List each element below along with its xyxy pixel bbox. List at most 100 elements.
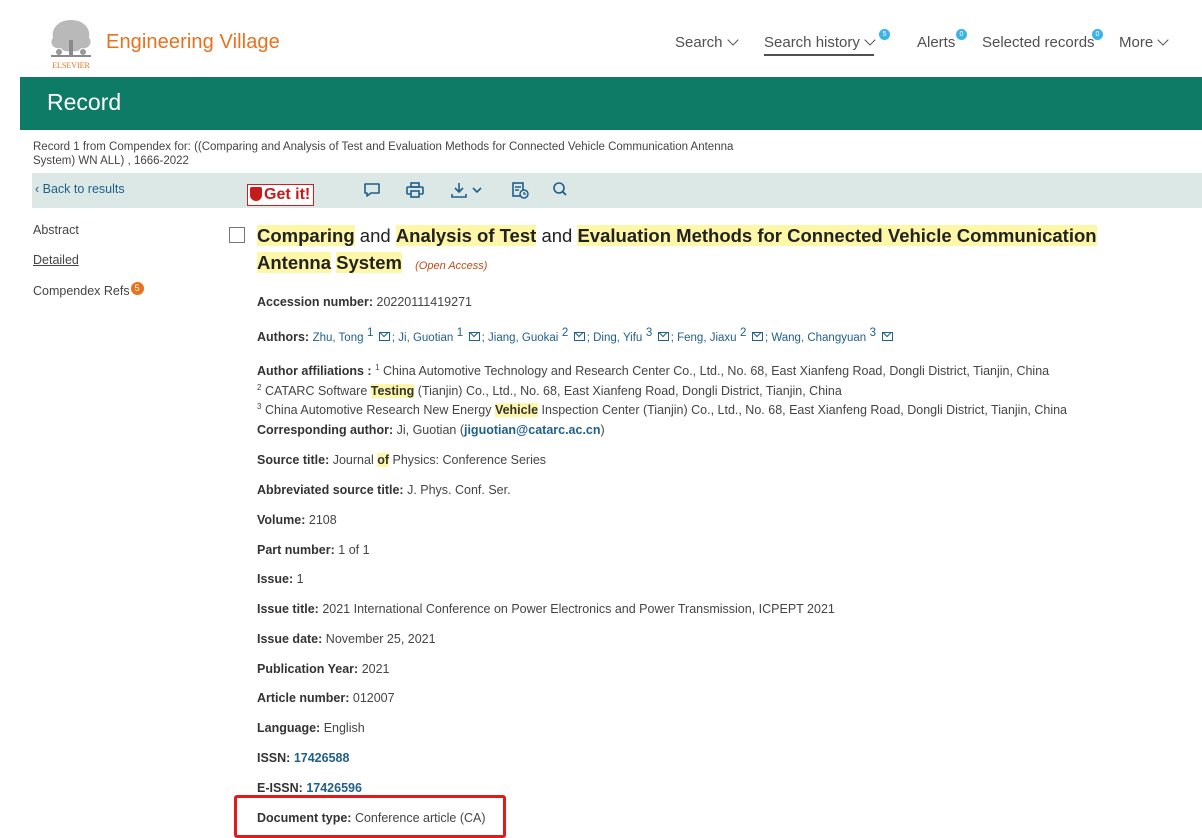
field-label: Accession number:	[257, 295, 374, 309]
record-toolbar: ‹ Back to results Get it!	[32, 173, 1202, 208]
affiliation-2: CATARC Software	[264, 383, 368, 398]
page-title: Record	[47, 89, 122, 115]
field-label: Article number:	[257, 691, 350, 705]
search-term-highlight: Testing	[370, 383, 415, 398]
eissn-field: E-ISSN: 17426596	[257, 781, 362, 795]
nav-search[interactable]: Search	[675, 34, 739, 51]
volume-field: Volume: 2108	[257, 513, 337, 527]
search-term-highlight: Vehicle	[494, 403, 539, 418]
affiliation-ref: 1	[456, 327, 464, 339]
field-value: 20220111419271	[376, 295, 472, 309]
email-icon[interactable]	[378, 332, 390, 342]
chevron-left-icon: ‹	[35, 182, 43, 196]
field-label: Corresponding author:	[257, 423, 394, 437]
source-title-field: Source title: Journal of Physics: Confer…	[257, 453, 547, 467]
field-label: Abbreviated source title:	[257, 483, 404, 497]
search-term-highlight: of	[377, 453, 390, 467]
field-label: Issue date:	[257, 632, 323, 646]
chevron-down-icon	[726, 34, 739, 46]
refs-count-badge: 5	[130, 282, 144, 295]
sidebar-item-compendex-refs[interactable]: Compendex Refs 5	[33, 282, 144, 298]
field-label: Issue:	[257, 572, 294, 586]
field-label: Author affiliations :	[257, 364, 372, 379]
eissn-link[interactable]: 17426596	[306, 781, 362, 795]
affiliation-ref: 2	[740, 327, 747, 339]
email-icon[interactable]	[657, 332, 669, 342]
affiliation-ref: 3	[645, 327, 653, 339]
author-link[interactable]: Ding, Yifu	[593, 332, 642, 344]
abbreviated-source-title-field: Abbreviated source title: J. Phys. Conf.…	[257, 483, 511, 497]
search-icon[interactable]	[550, 180, 570, 200]
field-value: 2108	[308, 513, 337, 527]
open-access-label[interactable]: (Open Access)	[415, 260, 487, 272]
issn-field: ISSN: 17426588	[257, 751, 349, 765]
field-label: Part number:	[257, 543, 335, 557]
author-link[interactable]: Zhu, Tong	[313, 332, 364, 344]
affiliation-ref: 1	[366, 327, 374, 339]
email-icon[interactable]	[751, 332, 763, 342]
chevron-down-icon	[864, 34, 876, 46]
save-to-folder-icon[interactable]	[510, 180, 530, 200]
field-value: 2021 International Conference on Power E…	[322, 602, 835, 616]
field-value: 012007	[352, 691, 395, 705]
record-header-bar: Record	[20, 77, 1202, 130]
download-icon[interactable]	[449, 180, 487, 200]
shield-icon	[250, 187, 262, 201]
title-highlight: Analysis of Test	[395, 225, 537, 246]
field-label: Issue title:	[257, 602, 319, 616]
field-label: Publication Year:	[257, 662, 359, 676]
issue-field: Issue: 1	[257, 572, 304, 586]
issue-title-field: Issue title: 2021 International Conferen…	[257, 602, 835, 616]
elsevier-tree-logo[interactable]: ELSEVIER	[45, 14, 97, 70]
nav-alerts[interactable]: Alerts	[917, 34, 955, 51]
print-icon[interactable]	[405, 180, 425, 200]
search-history-badge: 5	[879, 29, 890, 40]
get-it-button[interactable]: Get it!	[247, 184, 315, 206]
field-value: English	[323, 721, 365, 735]
affiliation-3: China Automotive Research New Energy	[264, 403, 492, 418]
authors-field: Authors: Zhu, Tong 1 ; Ji, Guotian 1 ; J…	[257, 327, 895, 344]
comment-icon[interactable]	[362, 180, 382, 200]
nav-more[interactable]: More	[1119, 34, 1169, 51]
part-number-field: Part number: 1 of 1	[257, 543, 370, 557]
nav-search-history[interactable]: Search history	[764, 34, 876, 56]
field-label: Source title:	[257, 453, 330, 467]
selected-records-badge: 0	[1092, 29, 1103, 40]
nav-selected-records[interactable]: Selected records	[982, 34, 1095, 51]
back-label: Back to results	[42, 182, 125, 196]
accession-number-field: Accession number: 20220111419271	[257, 295, 472, 309]
nav-more-label: More	[1119, 34, 1154, 51]
issn-link[interactable]: 17426588	[294, 751, 350, 765]
select-record-checkbox[interactable]	[229, 227, 245, 243]
affiliation-1: China Automotive Technology and Research…	[383, 364, 1050, 379]
email-icon[interactable]	[468, 332, 480, 342]
field-value: November 25, 2021	[325, 632, 436, 646]
sidebar-item-abstract[interactable]: Abstract	[33, 223, 79, 237]
field-value: 2021	[361, 662, 390, 676]
nav-selected-records-label: Selected records	[982, 34, 1095, 51]
sidebar-item-detailed[interactable]: Detailed	[33, 253, 79, 267]
back-to-results-link[interactable]: ‹ Back to results	[35, 182, 125, 196]
record-title: Comparing and Analysis of Test and Evalu…	[257, 222, 1157, 280]
email-link[interactable]: jiguotian@catarc.ac.cn	[464, 423, 601, 437]
author-link[interactable]: Jiang, Guokai	[488, 332, 558, 344]
title-highlight: Comparing	[257, 225, 355, 246]
email-icon[interactable]	[881, 332, 893, 342]
author-link[interactable]: Wang, Changyuan	[771, 332, 866, 344]
field-label: Language:	[257, 721, 321, 735]
affiliations-field: Author affiliations : 1 China Automotive…	[257, 363, 1068, 418]
query-description: Record 1 from Compendex for: ((Comparing…	[33, 140, 813, 168]
author-link[interactable]: Ji, Guotian	[398, 332, 453, 344]
field-label: ISSN:	[257, 751, 291, 765]
query-line-1: Record 1 from Compendex for: ((Comparing…	[33, 141, 734, 153]
author-link[interactable]: Feng, Jiaxu	[677, 332, 736, 344]
query-line-2: System) WN ALL) , 1666-2022	[33, 155, 189, 167]
email-icon[interactable]	[573, 332, 585, 342]
title-highlight: System	[336, 252, 402, 273]
corresponding-author-field: Corresponding author: Ji, Guotian (jiguo…	[257, 423, 605, 437]
top-bar: ELSEVIER Engineering Village Search Sear…	[0, 0, 1202, 76]
brand-name[interactable]: Engineering Village	[106, 31, 280, 54]
nav-search-history-label: Search history	[764, 34, 860, 51]
title-text: and	[359, 225, 391, 246]
get-it-label: Get it!	[264, 186, 311, 203]
